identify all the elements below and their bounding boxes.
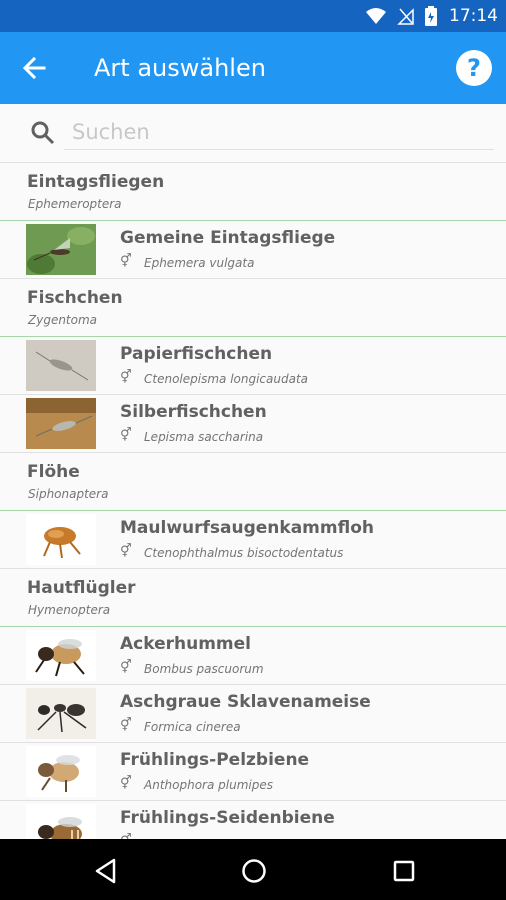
back-button[interactable] bbox=[18, 52, 54, 84]
group-name: Hautflügler bbox=[27, 578, 136, 598]
group-header: Flöhe Siphonaptera bbox=[0, 453, 506, 511]
group-header: Hautflügler Hymenoptera bbox=[0, 569, 506, 627]
species-list[interactable]: Eintagsfliegen Ephemeroptera Gemeine Ein… bbox=[0, 163, 506, 839]
species-row[interactable]: Silberfischchen ⚥ Lepisma saccharina bbox=[0, 395, 506, 453]
sex-icon: ⚥ bbox=[120, 254, 132, 269]
search-icon bbox=[31, 121, 55, 145]
sex-icon: ⚥ bbox=[120, 660, 132, 675]
species-row[interactable]: Gemeine Eintagsfliege ⚥ Ephemera vulgata bbox=[0, 221, 506, 279]
group-scientific-name: Ephemeroptera bbox=[28, 197, 122, 211]
species-row[interactable]: Ackerhummel ⚥ Bombus pascuorum bbox=[0, 627, 506, 685]
species-row[interactable]: Frühlings-Seidenbiene ⚥ bbox=[0, 801, 506, 839]
status-bar: 17:14 bbox=[0, 0, 506, 32]
species-name: Gemeine Eintagsfliege bbox=[120, 228, 336, 248]
sex-icon: ⚥ bbox=[120, 776, 132, 791]
status-time: 17:14 bbox=[449, 6, 498, 26]
species-row[interactable]: Papierfischchen ⚥ Ctenolepisma longicaud… bbox=[0, 337, 506, 395]
species-thumbnail bbox=[26, 340, 96, 391]
sex-icon: ⚥ bbox=[120, 428, 132, 443]
status-icons: 17:14 bbox=[365, 4, 498, 28]
species-thumbnail bbox=[26, 224, 96, 275]
group-header: Eintagsfliegen Ephemeroptera bbox=[0, 163, 506, 221]
species-thumbnail bbox=[26, 630, 96, 681]
species-scientific-name: Ephemera vulgata bbox=[144, 256, 255, 270]
group-header: Fischchen Zygentoma bbox=[0, 279, 506, 337]
species-scientific-name: Ctenolepisma longicaudata bbox=[144, 372, 309, 386]
group-name: Eintagsfliegen bbox=[27, 172, 165, 192]
species-scientific-name: Lepisma saccharina bbox=[144, 430, 264, 444]
species-scientific-name: Ctenophthalmus bisoctodentatus bbox=[144, 546, 344, 560]
species-row[interactable]: Aschgraue Sklavenameise ⚥ Formica cinere… bbox=[0, 685, 506, 743]
group-scientific-name: Hymenoptera bbox=[28, 603, 111, 617]
species-name: Frühlings-Seidenbiene bbox=[120, 808, 335, 828]
species-name: Maulwurfsaugenkammfloh bbox=[120, 518, 374, 538]
species-row[interactable]: Maulwurfsaugenkammfloh ⚥ Ctenophthalmus … bbox=[0, 511, 506, 569]
no-signal-icon bbox=[397, 8, 414, 25]
back-triangle-icon[interactable] bbox=[92, 857, 120, 885]
sex-icon: ⚥ bbox=[120, 370, 132, 385]
species-name: Frühlings-Pelzbiene bbox=[120, 750, 310, 770]
group-scientific-name: Siphonaptera bbox=[28, 487, 109, 501]
wifi-icon bbox=[366, 8, 386, 24]
search-bar bbox=[0, 104, 506, 163]
species-scientific-name: Formica cinerea bbox=[144, 720, 241, 734]
home-circle-icon[interactable] bbox=[240, 857, 268, 885]
group-name: Flöhe bbox=[27, 462, 80, 482]
species-thumbnail bbox=[26, 688, 96, 739]
group-scientific-name: Zygentoma bbox=[28, 313, 98, 327]
species-thumbnail bbox=[26, 804, 96, 839]
app-bar: Art auswählen ? bbox=[0, 32, 506, 104]
species-thumbnail bbox=[26, 398, 96, 449]
arrow-back-icon bbox=[22, 56, 46, 80]
sex-icon: ⚥ bbox=[120, 544, 132, 559]
species-name: Silberfischchen bbox=[120, 402, 267, 422]
help-button[interactable]: ? bbox=[456, 50, 492, 86]
species-name: Papierfischchen bbox=[120, 344, 273, 364]
page-title: Art auswählen bbox=[94, 54, 266, 82]
species-scientific-name: Bombus pascuorum bbox=[144, 662, 264, 676]
system-nav-bar bbox=[0, 839, 506, 900]
species-thumbnail bbox=[26, 514, 96, 565]
species-scientific-name: Anthophora plumipes bbox=[144, 778, 273, 792]
search-input[interactable] bbox=[64, 114, 494, 150]
species-name: Aschgraue Sklavenameise bbox=[120, 692, 371, 712]
recents-square-icon[interactable] bbox=[390, 857, 418, 885]
species-name: Ackerhummel bbox=[120, 634, 251, 654]
group-name: Fischchen bbox=[27, 288, 123, 308]
battery-icon bbox=[425, 6, 437, 26]
species-row[interactable]: Frühlings-Pelzbiene ⚥ Anthophora plumipe… bbox=[0, 743, 506, 801]
sex-icon: ⚥ bbox=[120, 718, 132, 733]
species-thumbnail bbox=[26, 746, 96, 797]
